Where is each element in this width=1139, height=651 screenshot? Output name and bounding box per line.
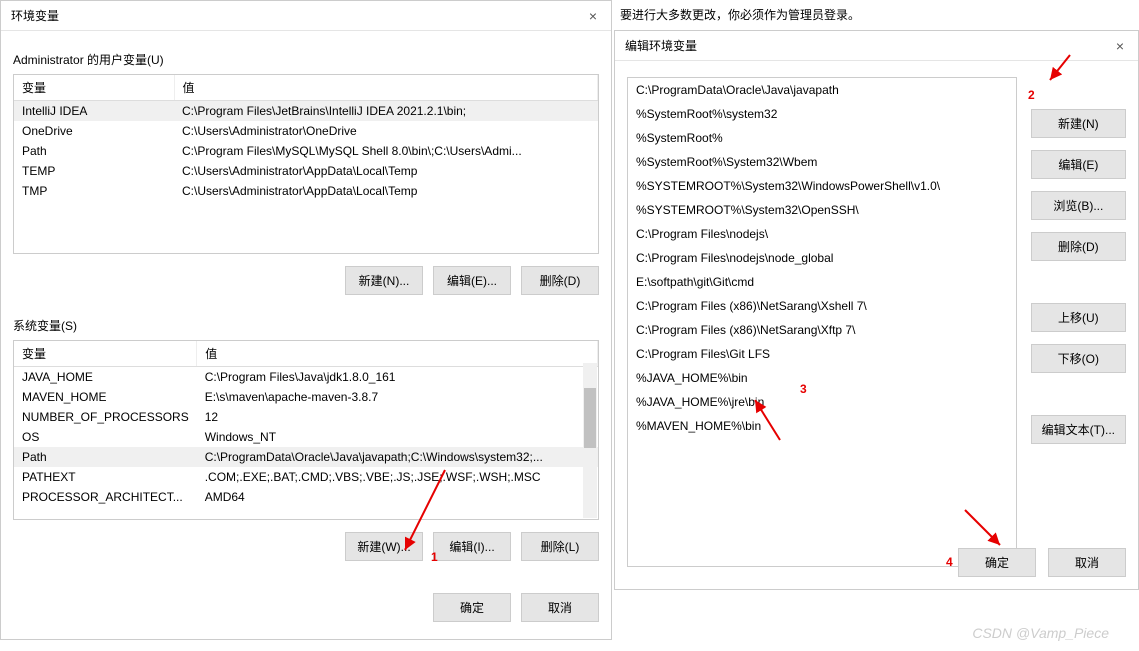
edit-title-bar: 编辑环境变量 ×	[615, 31, 1138, 61]
user-new-button[interactable]: 新建(N)...	[345, 266, 423, 295]
edit-ok-button[interactable]: 确定	[958, 548, 1036, 577]
sys-delete-button[interactable]: 删除(L)	[521, 532, 599, 561]
env-cancel-button[interactable]: 取消	[521, 593, 599, 622]
edit-browse-button[interactable]: 浏览(B)...	[1031, 191, 1126, 220]
list-item[interactable]: %SYSTEMROOT%\System32\OpenSSH\	[628, 198, 1016, 222]
var-value: C:\Users\Administrator\OneDrive	[174, 121, 598, 141]
sys-vars-table[interactable]: 变量 值 JAVA_HOMEC:\Program Files\Java\jdk1…	[14, 341, 598, 507]
list-item[interactable]: C:\Program Files\Git LFS	[628, 342, 1016, 366]
edit-edit-button[interactable]: 编辑(E)	[1031, 150, 1126, 179]
edit-text-button[interactable]: 编辑文本(T)...	[1031, 415, 1126, 444]
var-name: TEMP	[14, 161, 174, 181]
var-name: Path	[14, 447, 197, 467]
edit-close-icon[interactable]: ×	[1112, 38, 1128, 54]
edit-delete-button[interactable]: 删除(D)	[1031, 232, 1126, 261]
var-value: C:\ProgramData\Oracle\Java\javapath;C:\W…	[197, 447, 598, 467]
table-row[interactable]: TMPC:\Users\Administrator\AppData\Local\…	[14, 181, 598, 201]
table-row[interactable]: NUMBER_OF_PROCESSORS12	[14, 407, 598, 427]
var-name: MAVEN_HOME	[14, 387, 197, 407]
list-item[interactable]: C:\Program Files\nodejs\	[628, 222, 1016, 246]
admin-hint: 要进行大多数更改，你必须作为管理员登录。	[620, 6, 860, 23]
user-delete-button[interactable]: 删除(D)	[521, 266, 599, 295]
list-item[interactable]: %SystemRoot%\System32\Wbem	[628, 150, 1016, 174]
user-vars-table-wrap: 变量 值 IntelliJ IDEAC:\Program Files\JetBr…	[13, 74, 599, 254]
path-list[interactable]: C:\ProgramData\Oracle\Java\javapath%Syst…	[627, 77, 1017, 567]
list-item[interactable]: %SystemRoot%\system32	[628, 102, 1016, 126]
edit-bottom-row: 确定 取消	[958, 548, 1126, 577]
col-val[interactable]: 值	[174, 75, 598, 101]
var-name: NUMBER_OF_PROCESSORS	[14, 407, 197, 427]
var-value: .COM;.EXE;.BAT;.CMD;.VBS;.VBE;.JS;.JSE;.…	[197, 467, 598, 487]
list-item[interactable]: %JAVA_HOME%\jre\bin	[628, 390, 1016, 414]
env-title: 环境变量	[11, 7, 59, 24]
list-item[interactable]: C:\Program Files\nodejs\node_global	[628, 246, 1016, 270]
table-row[interactable]: TEMPC:\Users\Administrator\AppData\Local…	[14, 161, 598, 181]
table-row[interactable]: OSWindows_NT	[14, 427, 598, 447]
sys-vars-table-wrap: 变量 值 JAVA_HOMEC:\Program Files\Java\jdk1…	[13, 340, 599, 520]
var-name: Path	[14, 141, 174, 161]
var-value: C:\Program Files\Java\jdk1.8.0_161	[197, 367, 598, 388]
sys-new-button[interactable]: 新建(W)...	[345, 532, 423, 561]
list-item[interactable]: C:\ProgramData\Oracle\Java\javapath	[628, 78, 1016, 102]
var-value: E:\s\maven\apache-maven-3.8.7	[197, 387, 598, 407]
list-item[interactable]: %JAVA_HOME%\bin	[628, 366, 1016, 390]
env-vars-dialog: 环境变量 × Administrator 的用户变量(U) 变量 值 Intel…	[0, 0, 612, 640]
list-item[interactable]: %SystemRoot%	[628, 126, 1016, 150]
list-item[interactable]: C:\Program Files (x86)\NetSarang\Xshell …	[628, 294, 1016, 318]
edit-cancel-button[interactable]: 取消	[1048, 548, 1126, 577]
var-name: JAVA_HOME	[14, 367, 197, 388]
table-row[interactable]: MAVEN_HOMEE:\s\maven\apache-maven-3.8.7	[14, 387, 598, 407]
var-value: C:\Program Files\MySQL\MySQL Shell 8.0\b…	[174, 141, 598, 161]
table-row[interactable]: PROCESSOR_ARCHITECT...AMD64	[14, 487, 598, 507]
table-row[interactable]: PathC:\ProgramData\Oracle\Java\javapath;…	[14, 447, 598, 467]
sys-edit-button[interactable]: 编辑(I)...	[433, 532, 511, 561]
var-name: OneDrive	[14, 121, 174, 141]
env-bottom-row: 确定 取消	[1, 573, 611, 634]
sys-col-var[interactable]: 变量	[14, 341, 197, 367]
user-btn-row: 新建(N)... 编辑(E)... 删除(D)	[1, 254, 611, 307]
col-var[interactable]: 变量	[14, 75, 174, 101]
edit-movedown-button[interactable]: 下移(O)	[1031, 344, 1126, 373]
table-row[interactable]: PATHEXT.COM;.EXE;.BAT;.CMD;.VBS;.VBE;.JS…	[14, 467, 598, 487]
var-name: PATHEXT	[14, 467, 197, 487]
var-name: IntelliJ IDEA	[14, 101, 174, 122]
edit-side-buttons: 新建(N) 编辑(E) 浏览(B)... 删除(D) 上移(U) 下移(O) 编…	[1031, 109, 1126, 444]
user-vars-table[interactable]: 变量 值 IntelliJ IDEAC:\Program Files\JetBr…	[14, 75, 598, 201]
edit-title: 编辑环境变量	[625, 37, 697, 54]
edit-new-button[interactable]: 新建(N)	[1031, 109, 1126, 138]
var-value: C:\Users\Administrator\AppData\Local\Tem…	[174, 181, 598, 201]
list-item[interactable]: C:\Program Files (x86)\NetSarang\Xftp 7\	[628, 318, 1016, 342]
var-name: PROCESSOR_ARCHITECT...	[14, 487, 197, 507]
sys-col-val[interactable]: 值	[197, 341, 598, 367]
table-row[interactable]: PathC:\Program Files\MySQL\MySQL Shell 8…	[14, 141, 598, 161]
env-title-bar: 环境变量 ×	[1, 1, 611, 31]
list-item[interactable]: %MAVEN_HOME%\bin	[628, 414, 1016, 438]
list-item[interactable]: E:\softpath\git\Git\cmd	[628, 270, 1016, 294]
sys-scrollbar[interactable]	[583, 363, 597, 518]
table-row[interactable]: JAVA_HOMEC:\Program Files\Java\jdk1.8.0_…	[14, 367, 598, 388]
var-value: C:\Users\Administrator\AppData\Local\Tem…	[174, 161, 598, 181]
table-row[interactable]: OneDriveC:\Users\Administrator\OneDrive	[14, 121, 598, 141]
env-ok-button[interactable]: 确定	[433, 593, 511, 622]
table-row[interactable]: IntelliJ IDEAC:\Program Files\JetBrains\…	[14, 101, 598, 122]
sys-btn-row: 新建(W)... 编辑(I)... 删除(L)	[1, 520, 611, 573]
var-value: AMD64	[197, 487, 598, 507]
var-name: TMP	[14, 181, 174, 201]
watermark: CSDN @Vamp_Piece	[972, 625, 1109, 641]
edit-moveup-button[interactable]: 上移(U)	[1031, 303, 1126, 332]
user-vars-label: Administrator 的用户变量(U)	[1, 41, 611, 74]
user-edit-button[interactable]: 编辑(E)...	[433, 266, 511, 295]
sys-scroll-thumb[interactable]	[584, 388, 596, 448]
edit-env-dialog: 编辑环境变量 × C:\ProgramData\Oracle\Java\java…	[614, 30, 1139, 590]
var-name: OS	[14, 427, 197, 447]
var-value: 12	[197, 407, 598, 427]
sys-vars-label: 系统变量(S)	[1, 307, 611, 340]
var-value: C:\Program Files\JetBrains\IntelliJ IDEA…	[174, 101, 598, 122]
list-item[interactable]: %SYSTEMROOT%\System32\WindowsPowerShell\…	[628, 174, 1016, 198]
close-icon[interactable]: ×	[585, 8, 601, 24]
var-value: Windows_NT	[197, 427, 598, 447]
